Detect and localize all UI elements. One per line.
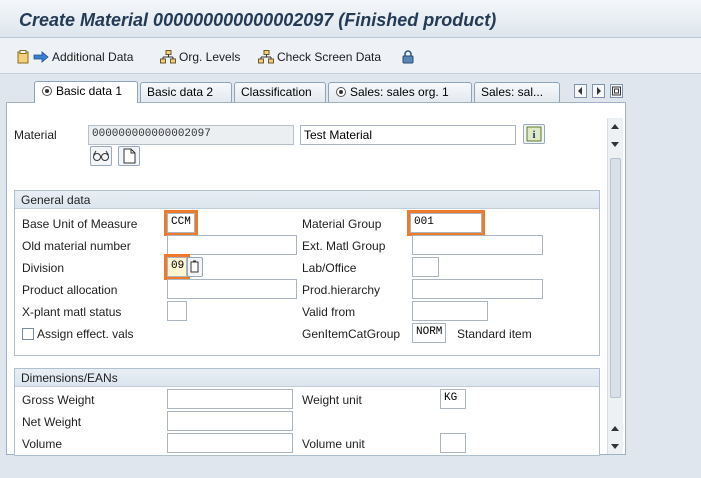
info-icon: i [526,126,542,142]
bottom-frame [0,458,701,478]
assign-effect-vals-checkbox[interactable] [22,328,34,340]
title-bar: Create Material 000000000000002097 (Fini… [0,0,701,38]
document-icon [123,148,136,164]
material-group-input[interactable]: 001 [407,210,485,236]
valid-from-input[interactable] [412,301,488,321]
arrow-right-icon [33,51,49,63]
gen-item-cat-group-description: Standard item [457,327,532,341]
vertical-scrollbar[interactable] [607,118,623,454]
clipboard-icon [17,50,29,64]
value-help-icon [190,260,199,273]
product-allocation-input[interactable] [167,279,297,299]
gen-item-cat-group-input[interactable]: NORM [412,323,446,343]
tab-classification[interactable]: Classification [234,82,326,102]
volume-unit-label: Volume unit [302,437,365,451]
org-structure-icon [160,50,176,64]
org-structure-check-icon [258,50,274,64]
tab-sales-org-1[interactable]: Sales: sales org. 1 [328,82,472,102]
tab-active-indicator-icon [41,85,53,100]
scroll-up-arrow-icon[interactable] [611,124,619,129]
weight-unit-label: Weight unit [302,393,362,407]
org-levels-button[interactable]: Org. Levels [160,49,240,65]
product-allocation-label: Product allocation [22,283,118,297]
net-weight-label: Net Weight [22,415,82,429]
volume-input[interactable] [167,433,293,453]
gen-item-cat-group-label: GenItemCatGroup [302,327,401,341]
glasses-button[interactable] [90,146,112,166]
ext-matl-group-input[interactable] [412,235,543,255]
old-material-number-label: Old material number [22,239,131,253]
division-input[interactable]: 09 [164,254,190,280]
tab-basic-data-2[interactable]: Basic data 2 [140,82,232,102]
division-value-help-button[interactable] [187,257,203,277]
xplant-status-label: X-plant matl status [22,305,122,319]
scroll-down-arrow-icon[interactable] [611,444,619,449]
glasses-icon [93,150,109,161]
old-material-number-input[interactable] [167,235,297,255]
assign-effect-vals-label: Assign effect. vals [37,327,134,341]
material-group-label: Material Group [302,217,382,231]
tab-scroll-right-button[interactable] [592,84,605,98]
tab-list-button[interactable] [610,84,623,98]
division-label: Division [22,261,65,275]
weight-unit-input[interactable]: KG [440,389,466,409]
material-label: Material [14,128,57,142]
base-uom-label: Base Unit of Measure [22,217,138,231]
net-weight-input[interactable] [167,411,293,431]
volume-label: Volume [22,437,63,451]
dimensions-eans-header: Dimensions/EANs [15,369,599,387]
document-button[interactable] [118,146,140,166]
check-screen-data-button[interactable]: Check Screen Data [258,49,381,65]
additional-data-button[interactable]: Additional Data [16,49,133,65]
chevron-left-icon [578,87,582,95]
general-data-header: General data [15,191,599,209]
window-title: Create Material 000000000000002097 (Fini… [19,10,497,30]
scroll-page-down-arrow-icon[interactable] [611,142,619,147]
material-number-field: 000000000000002097 [88,125,294,145]
valid-from-label: Valid from [302,305,356,319]
ext-matl-group-label: Ext. Matl Group [302,239,386,253]
lab-office-input[interactable] [412,257,439,277]
prod-hierarchy-label: Prod.hierarchy [302,283,381,297]
tab-scroll-left-button[interactable] [574,84,587,98]
lock-icon [402,50,414,64]
tab-status-icon [335,86,347,101]
scroll-page-up-arrow-icon[interactable] [611,426,619,431]
xplant-status-input[interactable] [167,301,187,321]
base-uom-input[interactable]: CCM [164,210,198,236]
info-button[interactable]: i [523,124,545,144]
gross-weight-input[interactable] [167,389,293,409]
tab-strip: Basic data 1 Basic data 2 Classification… [0,81,701,103]
tab-list-icon [612,86,621,96]
prod-hierarchy-input[interactable] [412,279,543,299]
chevron-right-icon [597,87,601,95]
material-description-input[interactable]: Test Material [300,125,516,145]
gross-weight-label: Gross Weight [22,393,95,407]
tab-sales-org-2[interactable]: Sales: sal... [474,82,560,102]
tab-basic-data-1[interactable]: Basic data 1 [34,81,138,103]
scrollbar-thumb[interactable] [610,158,621,398]
lab-office-label: Lab/Office [302,261,357,275]
svg-text:i: i [532,129,535,141]
application-toolbar: Additional Data Org. Levels Check Screen… [0,38,701,74]
lock-button[interactable] [402,49,417,65]
volume-unit-input[interactable] [440,433,466,453]
